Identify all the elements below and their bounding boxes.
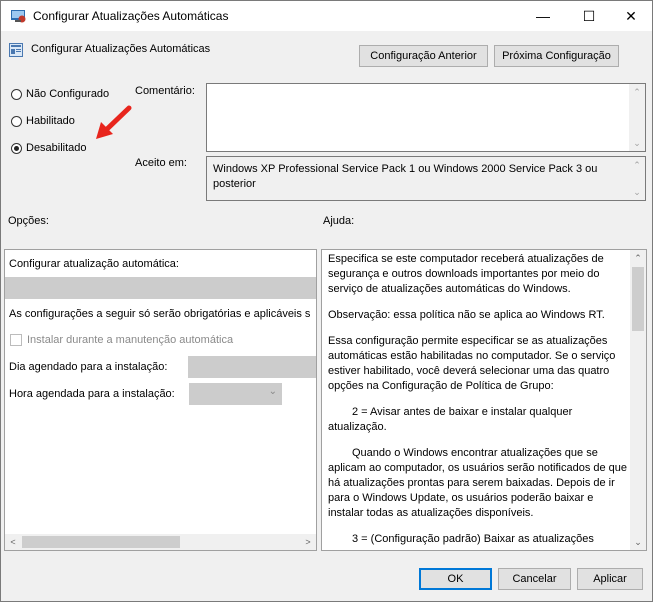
checkbox-label: Instalar durante a manutenção automática — [27, 334, 234, 346]
help-paragraph: Quando o Windows encontrar atualizações … — [328, 447, 628, 519]
comment-scrollbar[interactable]: ⌃ ⌄ — [629, 84, 645, 151]
scheduled-time-dropdown[interactable]: ⌄ — [189, 383, 282, 405]
supported-on-field: Windows XP Professional Service Pack 1 o… — [206, 156, 646, 201]
red-arrow-annotation — [96, 105, 132, 139]
configure-update-label: Configurar atualização automática: — [9, 258, 179, 270]
close-icon: ✕ — [625, 7, 637, 24]
options-horizontal-scrollbar[interactable]: < > — [5, 534, 316, 550]
ok-button[interactable]: OK — [419, 568, 492, 590]
minimize-icon: — — [536, 8, 550, 24]
maximize-icon: ☐ — [582, 7, 596, 24]
scroll-thumb[interactable] — [632, 267, 644, 331]
help-scrollbar[interactable]: ⌃ ⌄ — [630, 250, 646, 550]
scroll-up-icon[interactable]: ⌃ — [630, 250, 646, 266]
help-paragraph: 2 = Avisar antes de baixar e instalar qu… — [328, 406, 573, 433]
comment-field[interactable]: ⌃ ⌄ — [206, 83, 646, 152]
supported-on-value: Windows XP Professional Service Pack 1 o… — [213, 163, 598, 190]
options-info-text: As configurações a seguir só serão obrig… — [9, 308, 311, 320]
apply-button[interactable]: Aplicar — [577, 568, 643, 590]
window-title: Configurar Atualizações Automáticas — [33, 9, 229, 23]
radio-disabled[interactable]: Desabilitado — [11, 142, 87, 154]
chevron-down-icon: ⌄ — [268, 386, 277, 397]
scroll-thumb[interactable] — [22, 536, 180, 548]
help-label: Ajuda: — [323, 215, 355, 227]
scroll-down-icon[interactable]: ⌄ — [629, 184, 645, 200]
scroll-up-icon[interactable]: ⌃ — [629, 157, 645, 173]
radio-circle-selected — [11, 142, 22, 154]
scheduled-time-label: Hora agendada para a instalação: — [9, 388, 175, 400]
help-paragraph: Essa configuração permite especificar se… — [328, 335, 616, 392]
radio-enabled[interactable]: Habilitado — [11, 115, 75, 127]
radio-label: Desabilitado — [26, 142, 87, 154]
radio-label: Habilitado — [26, 115, 75, 127]
help-paragraph: Especifica se este computador receberá a… — [328, 253, 604, 295]
radio-not-configured[interactable]: Não Configurado — [11, 88, 109, 100]
scroll-up-icon[interactable]: ⌃ — [629, 84, 645, 100]
scroll-down-icon[interactable]: ⌄ — [629, 135, 645, 151]
options-label: Opções: — [8, 215, 49, 227]
comment-label: Comentário: — [135, 85, 195, 97]
scroll-down-icon[interactable]: ⌄ — [630, 534, 646, 550]
install-maintenance-checkbox[interactable]: Instalar durante a manutenção automática — [10, 334, 233, 346]
cancel-button[interactable]: Cancelar — [498, 568, 571, 590]
policy-app-icon — [11, 10, 26, 23]
scroll-left-icon[interactable]: < — [5, 534, 21, 550]
setting-icon — [9, 43, 23, 57]
radio-circle — [11, 88, 22, 100]
policy-dialog: Configurar Atualizações Automáticas — ☐ … — [0, 0, 653, 602]
configure-update-dropdown[interactable] — [5, 277, 316, 299]
supported-on-label: Aceito em: — [135, 157, 187, 169]
supported-scrollbar[interactable]: ⌃ ⌄ — [629, 157, 645, 200]
setting-title: Configurar Atualizações Automáticas — [31, 43, 211, 55]
scheduled-day-label: Dia agendado para a instalação: — [9, 361, 168, 373]
radio-circle — [11, 115, 22, 127]
checkbox-box — [10, 334, 22, 346]
scheduled-day-dropdown[interactable] — [188, 356, 316, 378]
close-button[interactable]: ✕ — [608, 1, 652, 31]
scroll-right-icon[interactable]: > — [300, 534, 316, 550]
maximize-button[interactable]: ☐ — [566, 1, 612, 31]
title-bar: Configurar Atualizações Automáticas — ☐ … — [1, 1, 652, 31]
help-paragraph: 3 = (Configuração padrão) Baixar as atua… — [352, 533, 594, 545]
next-setting-button[interactable]: Próxima Configuração — [494, 45, 619, 67]
radio-label: Não Configurado — [26, 88, 110, 100]
help-panel: Especifica se este computador receberá a… — [321, 249, 647, 551]
help-text: Especifica se este computador receberá a… — [328, 252, 630, 550]
previous-setting-button[interactable]: Configuração Anterior — [359, 45, 488, 67]
minimize-button[interactable]: — — [520, 1, 566, 31]
help-paragraph: Observação: essa política não se aplica … — [328, 309, 605, 321]
options-panel: Configurar atualização automática: As co… — [4, 249, 317, 551]
